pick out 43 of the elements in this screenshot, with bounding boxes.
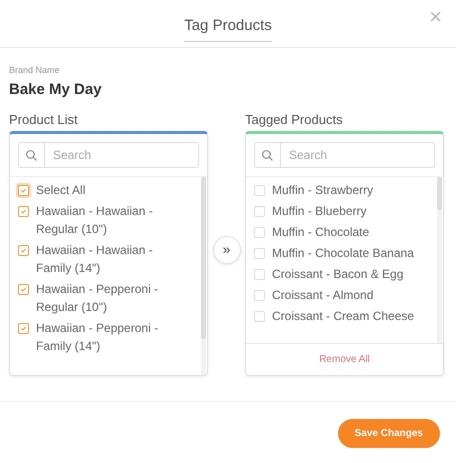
checkbox[interactable] (254, 269, 265, 280)
check-icon (20, 247, 27, 254)
product-label: Muffin - Chocolate Banana (272, 245, 414, 262)
product-label: Hawaiian - Hawaiian - Family (14") (36, 242, 154, 277)
check-icon (20, 208, 27, 215)
product-label: Hawaiian - Pepperoni - Regular (10") (36, 281, 160, 316)
checkbox[interactable] (254, 311, 265, 322)
checkbox[interactable] (18, 206, 29, 217)
move-button[interactable]: » (212, 236, 240, 264)
product-label: Croissant - Cream Cheese (272, 308, 414, 325)
remove-all-button[interactable]: Remove All (313, 353, 376, 366)
checkbox[interactable] (254, 227, 265, 238)
checkbox[interactable] (18, 323, 29, 334)
checkbox[interactable] (18, 284, 29, 295)
check-icon (20, 187, 27, 194)
product-label: Hawaiian - Pepperoni - Family (14") (36, 320, 160, 355)
product-label: Select All (36, 182, 86, 199)
column-heading: Tagged Products (245, 112, 344, 127)
search-icon (25, 148, 38, 162)
search-box[interactable]: Search (18, 142, 199, 168)
checkbox[interactable] (254, 248, 265, 259)
brand-label: Brand Name (9, 65, 61, 75)
search-box[interactable]: Search (254, 142, 435, 168)
scrollbar[interactable] (437, 177, 442, 343)
column-heading: Product List (9, 112, 79, 127)
checkbox[interactable] (254, 206, 265, 217)
search-icon (261, 148, 274, 162)
dialog-title: Tag Products (184, 6, 272, 42)
close-button[interactable]: × (425, 4, 446, 30)
product-label: Muffin - Chocolate (272, 224, 370, 241)
check-icon (20, 286, 27, 293)
checkbox[interactable] (18, 245, 29, 256)
save-changes-button[interactable]: Save Changes (338, 419, 440, 448)
product-label: Muffin - Blueberry (272, 203, 366, 220)
brand-name: Bake My Day (9, 81, 103, 98)
product-label: Croissant - Almond (272, 287, 374, 304)
product-label: Croissant - Bacon & Egg (272, 266, 404, 283)
checkbox[interactable] (254, 185, 265, 196)
product-label: Muffin - Strawberry (272, 182, 374, 199)
checkbox[interactable] (254, 290, 265, 301)
check-icon (20, 325, 27, 332)
scrollbar[interactable] (201, 177, 206, 375)
product-label: Hawaiian - Hawaiian - Regular (10") (36, 203, 154, 238)
